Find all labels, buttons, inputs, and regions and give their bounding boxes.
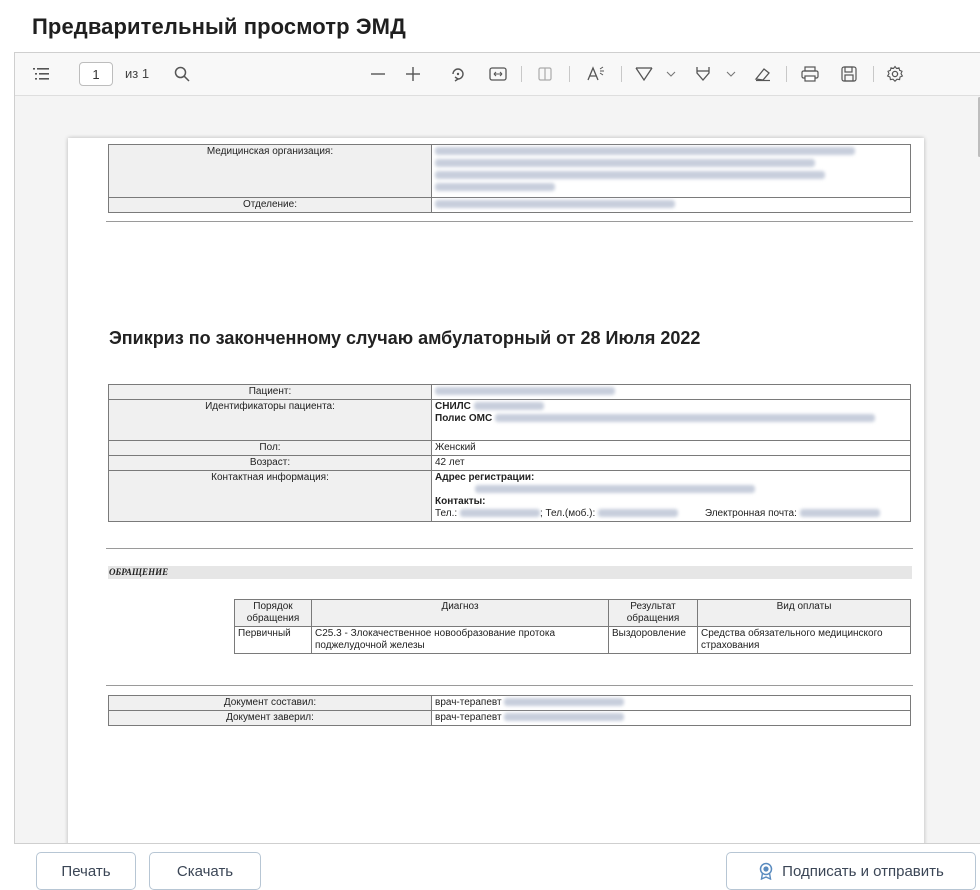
mobile-label: ; Тел.(моб.): [539, 508, 596, 519]
document-page: Медицинская организация: Отделение: Эпик… [68, 138, 924, 843]
redacted-text [598, 509, 679, 518]
page-count: из 1 [125, 66, 150, 81]
download-button-label: Скачать [176, 862, 234, 880]
patient-table: Пациент: Идентификаторы пациента: СНИЛС … [108, 384, 911, 522]
visit-header: Порядок обращения [234, 599, 312, 627]
redacted-text [435, 200, 675, 209]
redacted-text [473, 402, 544, 411]
zoom-out-icon[interactable] [365, 53, 391, 95]
download-button[interactable]: Скачать [149, 852, 261, 890]
age-label: Возраст: [108, 455, 432, 471]
visit-table: Порядок обращения Диагноз Результат обра… [234, 599, 911, 654]
patient-value [431, 384, 911, 400]
sex-value: Женский [431, 440, 911, 456]
visit-cell: Средства обязательного медицинского стра… [697, 626, 911, 654]
section-title: ОБРАЩЕНИЕ [108, 566, 912, 579]
certificate-icon [758, 862, 774, 880]
redacted-text [435, 387, 615, 396]
print-icon[interactable] [796, 53, 824, 95]
toolbar-divider [873, 66, 874, 82]
contact-value: Адрес регистрации: Контакты: Тел.: ; Тел… [431, 470, 911, 522]
address-label: Адрес регистрации: [435, 472, 535, 483]
pdf-viewer: 1 из 1 Медицинская организация: Отделени… [14, 52, 980, 844]
patient-label: Пациент: [108, 384, 432, 400]
contacts-label: Контакты: [435, 496, 486, 507]
zoom-in-icon[interactable] [400, 53, 426, 95]
divider [106, 221, 913, 222]
phone-label: Тел.: [435, 508, 458, 519]
document-heading: Эпикриз по законченному случаю амбулатор… [109, 328, 701, 348]
redacted-text [475, 485, 755, 494]
visit-cell: С25.3 - Злокачественное новообразование … [311, 626, 609, 654]
fit-width-icon[interactable] [485, 53, 511, 95]
snils-label: СНИЛС [435, 401, 471, 412]
organization-table: Медицинская организация: Отделение: [108, 144, 911, 213]
visit-header: Диагноз [311, 599, 609, 627]
composed-label: Документ составил: [108, 695, 432, 711]
contact-label: Контактная информация: [108, 470, 432, 522]
settings-icon[interactable] [881, 53, 909, 95]
print-button-label: Печать [61, 862, 111, 880]
page-title: Предварительный просмотр ЭМД [32, 14, 406, 39]
draw-icon[interactable] [631, 53, 657, 95]
toolbar-divider [569, 66, 570, 82]
composed-role: врач-терапевт [435, 697, 502, 708]
redacted-text [504, 713, 625, 722]
org-value [431, 144, 911, 198]
redacted-text [504, 698, 625, 707]
org-label: Медицинская организация: [108, 144, 432, 198]
age-value: 42 лет [431, 455, 911, 471]
polis-label: Полис ОМС [435, 413, 493, 424]
viewer-toolbar: 1 из 1 [15, 53, 980, 96]
signatures-table: Документ составил: врач-терапевт Докумен… [108, 695, 911, 726]
visit-header: Вид оплаты [697, 599, 911, 627]
certified-role: врач-терапевт [435, 712, 502, 723]
dept-label: Отделение: [108, 197, 432, 213]
list-icon[interactable] [27, 53, 55, 95]
dept-value [431, 197, 911, 213]
redacted-text [799, 509, 880, 518]
eraser-icon[interactable] [750, 53, 776, 95]
sex-label: Пол: [108, 440, 432, 456]
table-row: Первичный С25.3 - Злокачественное новооб… [234, 626, 911, 654]
read-aloud-icon[interactable] [581, 53, 611, 95]
rotate-icon[interactable] [445, 53, 471, 95]
highlight-icon[interactable] [690, 53, 716, 95]
redacted-text [435, 159, 815, 168]
divider [106, 548, 913, 549]
certified-label: Документ заверил: [108, 710, 432, 726]
certified-value: врач-терапевт [431, 710, 911, 726]
visit-cell: Выздоровление [608, 626, 698, 654]
redacted-text [435, 183, 555, 192]
toolbar-divider [521, 66, 522, 82]
divider [106, 685, 913, 686]
redacted-text [495, 414, 875, 423]
redacted-text [435, 171, 825, 180]
visit-cell: Первичный [234, 626, 312, 654]
toolbar-divider [621, 66, 622, 82]
save-icon[interactable] [835, 53, 863, 95]
page-view-icon[interactable] [532, 53, 558, 95]
search-icon[interactable] [169, 53, 195, 95]
redacted-text [459, 509, 540, 518]
sign-and-send-label: Подписать и отправить [782, 862, 944, 880]
sign-and-send-button[interactable]: Подписать и отправить [726, 852, 976, 890]
print-button[interactable]: Печать [36, 852, 136, 890]
email-label: Электронная почта: [704, 508, 797, 519]
toolbar-divider [786, 66, 787, 82]
chevron-down-icon[interactable] [721, 53, 741, 95]
chevron-down-icon[interactable] [661, 53, 681, 95]
composed-value: врач-терапевт [431, 695, 911, 711]
ids-value: СНИЛС Полис ОМС [431, 399, 911, 441]
page-number-input[interactable]: 1 [79, 62, 113, 86]
visit-header: Результат обращения [608, 599, 698, 627]
redacted-text [435, 147, 855, 156]
ids-label: Идентификаторы пациента: [108, 399, 432, 441]
